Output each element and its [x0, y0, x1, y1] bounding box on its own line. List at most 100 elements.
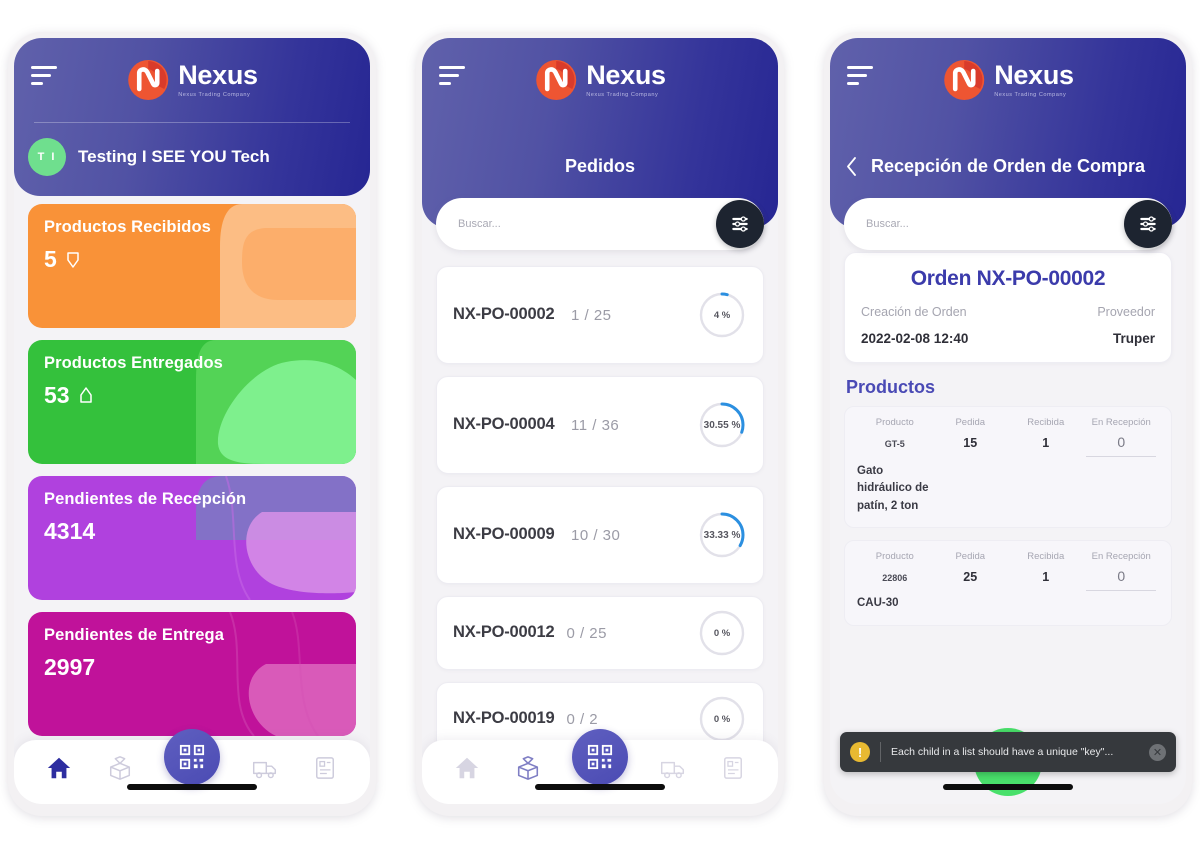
stat-value: 4314 — [44, 518, 96, 544]
truck-icon — [660, 761, 684, 779]
close-icon[interactable]: ✕ — [1149, 743, 1166, 761]
nav-qr-scan[interactable] — [163, 729, 220, 785]
supplier-label: Proveedor — [1097, 305, 1155, 319]
product-en-recepcion-input[interactable] — [1086, 434, 1157, 457]
progress-ring: 0 % — [697, 608, 747, 658]
nav-shipping[interactable] — [655, 751, 689, 785]
menu-icon[interactable] — [439, 66, 465, 90]
brand-name: Nexus — [586, 59, 666, 90]
stat-card-pendientes-entrega[interactable]: Pendientes de Entrega 2997 — [28, 612, 356, 736]
stat-label: Pendientes de Entrega — [44, 626, 224, 644]
order-quantity: 0 / 25 — [566, 624, 607, 642]
nav-products[interactable] — [511, 751, 545, 785]
stat-card-pendientes-recepcion[interactable]: Pendientes de Recepción 4314 — [28, 476, 356, 600]
progress-percent: 33.33 % — [703, 529, 741, 541]
arrow-down-icon — [67, 252, 79, 268]
search-input[interactable] — [844, 198, 1172, 250]
home-indicator — [943, 784, 1073, 790]
toast-notification: ! Each child in a list should have a uni… — [840, 732, 1176, 772]
product-name: CAU-30 — [857, 597, 899, 610]
arrow-up-icon — [79, 387, 92, 403]
phone-order-reception: Nexus Nexus Trading Company Recepción de… — [824, 32, 1192, 816]
filter-button[interactable] — [716, 200, 764, 248]
back-chevron-icon[interactable] — [846, 157, 857, 176]
nav-home[interactable] — [42, 751, 76, 785]
th-producto: Producto — [875, 551, 914, 563]
avatar: T I — [28, 138, 66, 176]
user-name: Testing I SEE YOU Tech — [78, 147, 270, 166]
nexus-logo-icon — [536, 60, 577, 100]
box-icon — [517, 756, 538, 780]
stat-card-productos-recibidos[interactable]: Productos Recibidos 5 — [28, 204, 356, 328]
brand-tagline: Nexus Trading Company — [586, 91, 659, 98]
product-card: Producto Pedida Recibida En Recepción GT… — [844, 406, 1172, 529]
order-title: Orden NX-PO-00002 — [910, 267, 1106, 290]
order-row[interactable]: NX-PO-00002 1 / 25 4 % — [436, 266, 764, 364]
progress-percent: 4 % — [713, 309, 731, 321]
bottom-nav — [422, 729, 778, 804]
order-id: NX-PO-00019 — [453, 709, 555, 728]
qr-icon — [587, 744, 613, 770]
progress-percent: 0 % — [713, 713, 731, 725]
screen-orders: Nexus Nexus Trading Company Pedidos Busc… — [422, 38, 778, 804]
menu-icon[interactable] — [847, 66, 873, 90]
stat-card-productos-entregados[interactable]: Productos Entregados 53 — [28, 340, 356, 464]
th-pedida: Pedida — [955, 417, 986, 428]
product-table-row: 22806 25 1 — [857, 568, 1159, 592]
order-id: NX-PO-00009 — [453, 525, 555, 544]
order-id: NX-PO-00012 — [453, 623, 555, 642]
stat-label: Productos Entregados — [44, 354, 223, 372]
stat-label: Pendientes de Recepción — [44, 490, 247, 508]
stat-card-list: Productos Recibidos 5 Productos Entregad… — [14, 196, 370, 804]
order-summary-card: Orden NX-PO-00002 Creación de Orden Prov… — [844, 252, 1172, 363]
screen-order-reception: Nexus Nexus Trading Company Recepción de… — [830, 38, 1186, 804]
stat-value: 53 — [44, 382, 70, 408]
filter-button[interactable] — [1124, 200, 1172, 248]
page-title: Pedidos — [564, 156, 635, 176]
filter-icon — [732, 216, 748, 232]
order-row[interactable]: NX-PO-00012 0 / 25 0 % — [436, 596, 764, 670]
th-en-recepcion: En Recepción — [1091, 551, 1151, 563]
screen-dashboard: Nexus Nexus Trading Company T I Testing … — [14, 38, 370, 804]
product-table-row: GT-5 15 1 — [857, 434, 1159, 457]
th-producto: Producto — [875, 417, 914, 428]
brand-name: Nexus — [994, 59, 1074, 90]
stat-value-row: 53 — [44, 382, 340, 409]
stat-value-row: 2997 — [44, 654, 340, 681]
brand-logo: Nexus Nexus Trading Company — [942, 58, 1074, 102]
search-bar — [844, 198, 1172, 250]
qr-icon — [179, 744, 205, 770]
stat-label: Productos Recibidos — [44, 218, 211, 236]
progress-percent: 0 % — [713, 627, 731, 639]
nav-invoices[interactable] — [308, 751, 342, 785]
invoice-icon — [316, 757, 335, 779]
nav-invoices[interactable] — [716, 751, 750, 785]
phone-dashboard: Nexus Nexus Trading Company T I Testing … — [8, 32, 376, 816]
user-row[interactable]: T I Testing I SEE YOU Tech — [28, 138, 270, 176]
product-pedida: 25 — [963, 570, 978, 585]
supplier-value: Truper — [1112, 331, 1155, 346]
product-table-header: Producto Pedida Recibida En Recepción — [857, 551, 1159, 562]
nav-home[interactable] — [450, 751, 484, 785]
order-row[interactable]: NX-PO-00009 10 / 30 33.33 % — [436, 486, 764, 584]
order-row[interactable]: NX-PO-00004 11 / 36 30.55 % — [436, 376, 764, 474]
th-recibida: Recibida — [1027, 417, 1065, 428]
progress-ring: 0 % — [697, 694, 747, 744]
home-icon — [455, 757, 478, 779]
nav-shipping[interactable] — [247, 751, 281, 785]
created-label: Creación de Orden — [861, 305, 967, 319]
order-quantity: 1 / 25 — [571, 306, 612, 324]
progress-percent: 30.55 % — [703, 419, 741, 431]
search-input[interactable] — [436, 198, 764, 250]
page-title: Recepción de Orden de Compra — [871, 156, 1146, 176]
menu-icon[interactable] — [31, 66, 57, 90]
product-en-recepcion-input[interactable] — [1086, 568, 1157, 592]
invoice-icon — [724, 757, 743, 779]
warning-icon: ! — [850, 742, 870, 762]
nav-qr-scan[interactable] — [571, 729, 628, 785]
nav-products[interactable] — [103, 751, 137, 785]
progress-ring: 4 % — [697, 290, 747, 340]
app-header: Nexus Nexus Trading Company T I Testing … — [14, 38, 370, 196]
stat-value: 5 — [44, 246, 57, 272]
products-section-title: Productos — [846, 377, 936, 397]
